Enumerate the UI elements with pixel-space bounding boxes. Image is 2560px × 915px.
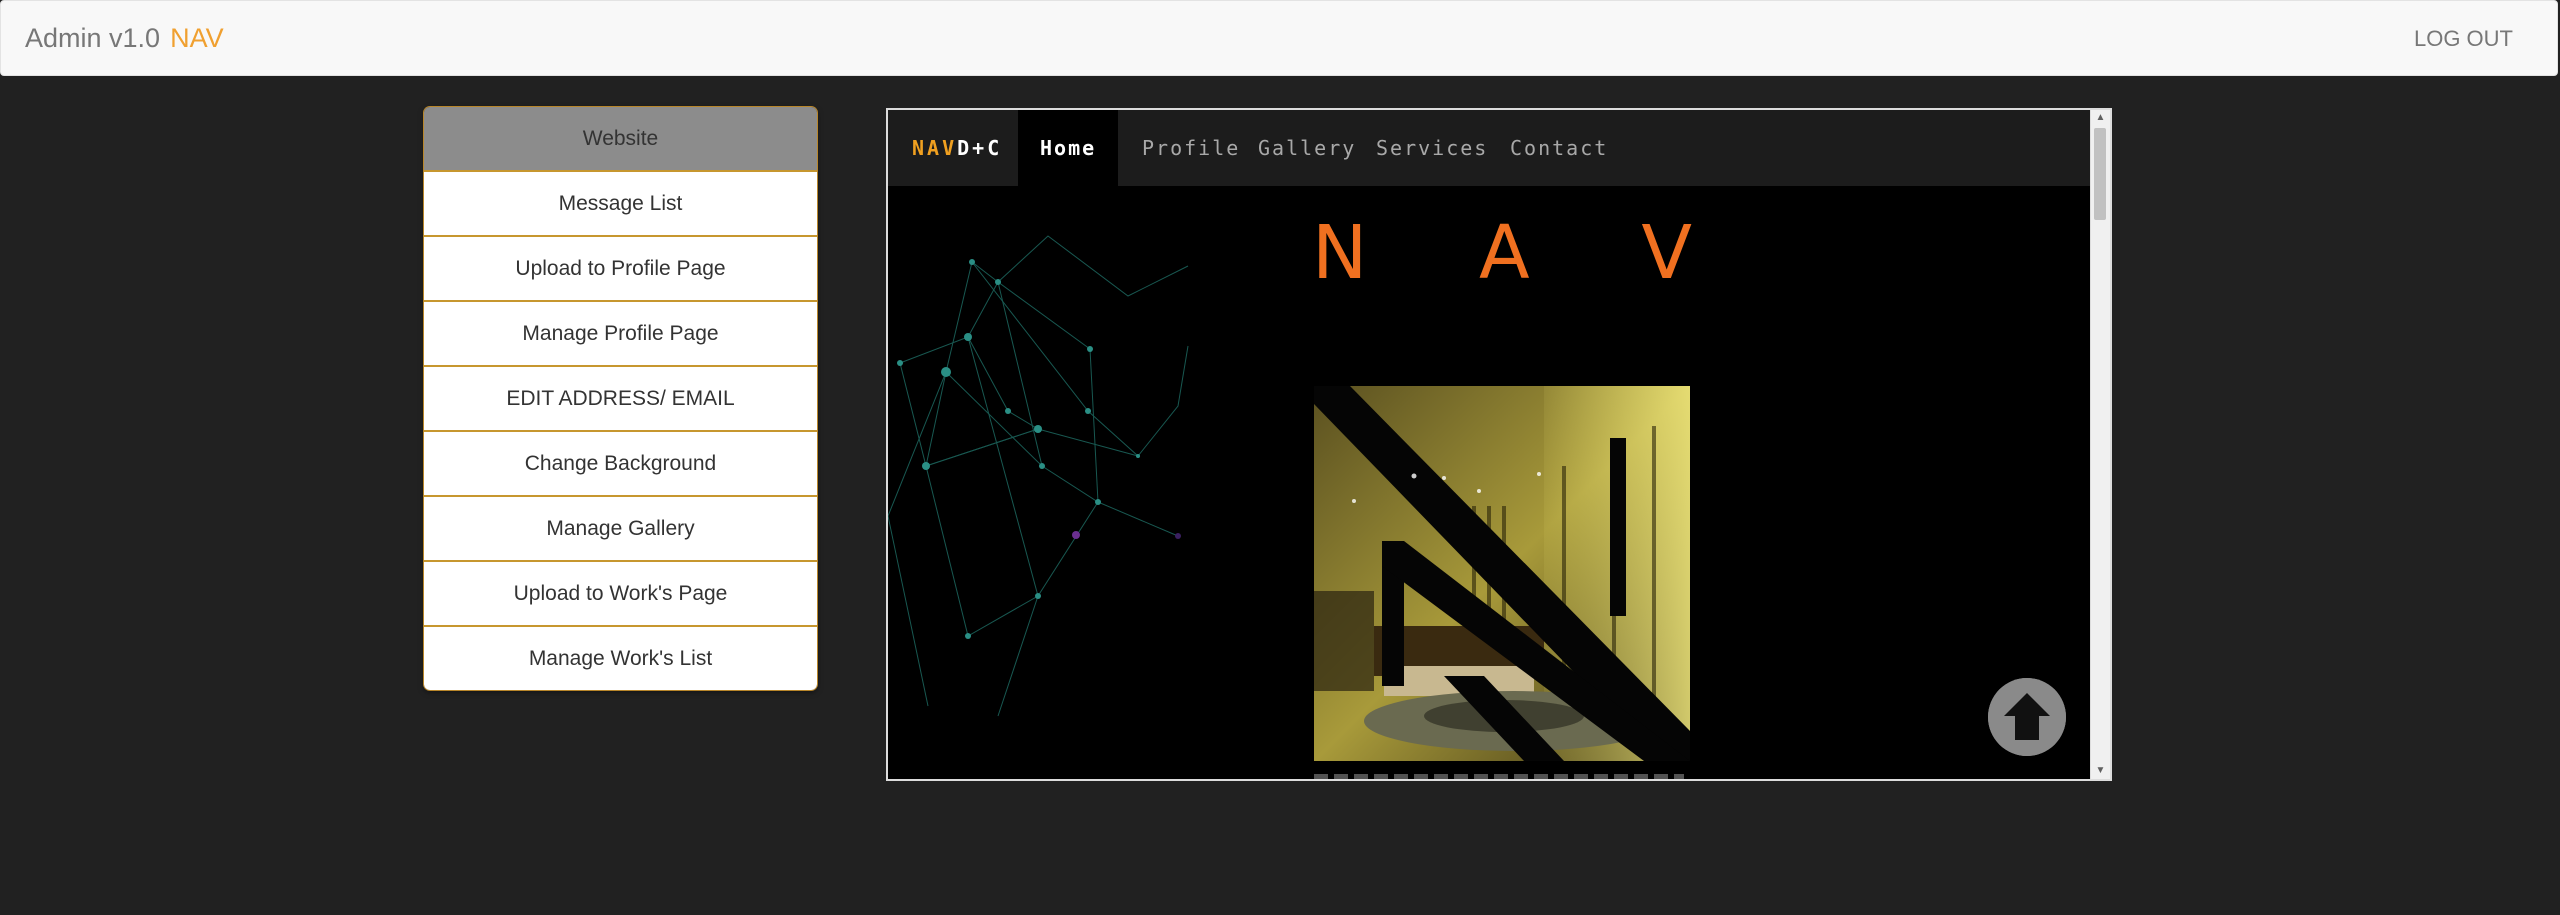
menu-item-upload-works[interactable]: Upload to Work's Page	[424, 562, 817, 627]
hero-letter-a: A	[1479, 210, 1530, 296]
network-decoration	[888, 235, 1189, 717]
website-preview-frame[interactable]: NAVD+C Home Profile Gallery Services Con…	[886, 108, 2112, 781]
scroll-thumb[interactable]	[2094, 128, 2106, 220]
scroll-up-arrow-icon[interactable]: ▲	[2091, 110, 2110, 126]
scroll-down-arrow-icon[interactable]: ▼	[2091, 763, 2110, 779]
menu-item-message-list[interactable]: Message List	[424, 172, 817, 237]
menu-item-change-background[interactable]: Change Background	[424, 432, 817, 497]
menu-item-manage-profile[interactable]: Manage Profile Page	[424, 302, 817, 367]
logout-button[interactable]: LOG OUT	[2414, 26, 2513, 52]
hero-letter-v: V	[1641, 210, 1692, 296]
brand-accent: NAV	[170, 23, 224, 53]
preview-nav-home[interactable]: Home	[1018, 110, 1119, 186]
preview-scrollbar[interactable]: ▲ ▼	[2090, 110, 2110, 779]
menu-item-manage-gallery[interactable]: Manage Gallery	[424, 497, 817, 562]
preview-navbar: NAVD+C Home Profile Gallery Services Con…	[888, 110, 2091, 186]
preview-nav-profile[interactable]: Profile	[1142, 110, 1240, 186]
back-to-top-button[interactable]	[1988, 678, 2066, 756]
brand-title: Admin v1.0	[25, 23, 161, 53]
hero-title: N A V	[1312, 210, 1692, 296]
preview-logo[interactable]: NAVD+C	[912, 136, 1002, 160]
preview-nav-gallery[interactable]: Gallery	[1258, 110, 1356, 186]
circle-arrow-up-icon	[1988, 678, 2066, 756]
preview-nav-services[interactable]: Services	[1376, 110, 1488, 186]
hero-letter-n: N	[1312, 210, 1368, 296]
menu-item-edit-address[interactable]: EDIT ADDRESS/ EMAIL	[424, 367, 817, 432]
admin-menu: Website Message List Upload to Profile P…	[424, 107, 817, 690]
preview-logo-rest: D+C	[957, 136, 1003, 160]
menu-item-manage-works[interactable]: Manage Work's List	[424, 627, 817, 690]
preview-logo-accent: NAV	[912, 136, 958, 160]
app-brand[interactable]: Admin v1.0 NAV	[25, 23, 224, 54]
hero-caption-text	[1314, 774, 1684, 779]
preview-nav-contact[interactable]: Contact	[1510, 110, 1608, 186]
menu-item-website[interactable]: Website	[424, 107, 817, 172]
top-navbar: Admin v1.0 NAV LOG OUT	[0, 0, 2558, 76]
hero-image	[1314, 386, 1690, 761]
menu-item-upload-profile[interactable]: Upload to Profile Page	[424, 237, 817, 302]
